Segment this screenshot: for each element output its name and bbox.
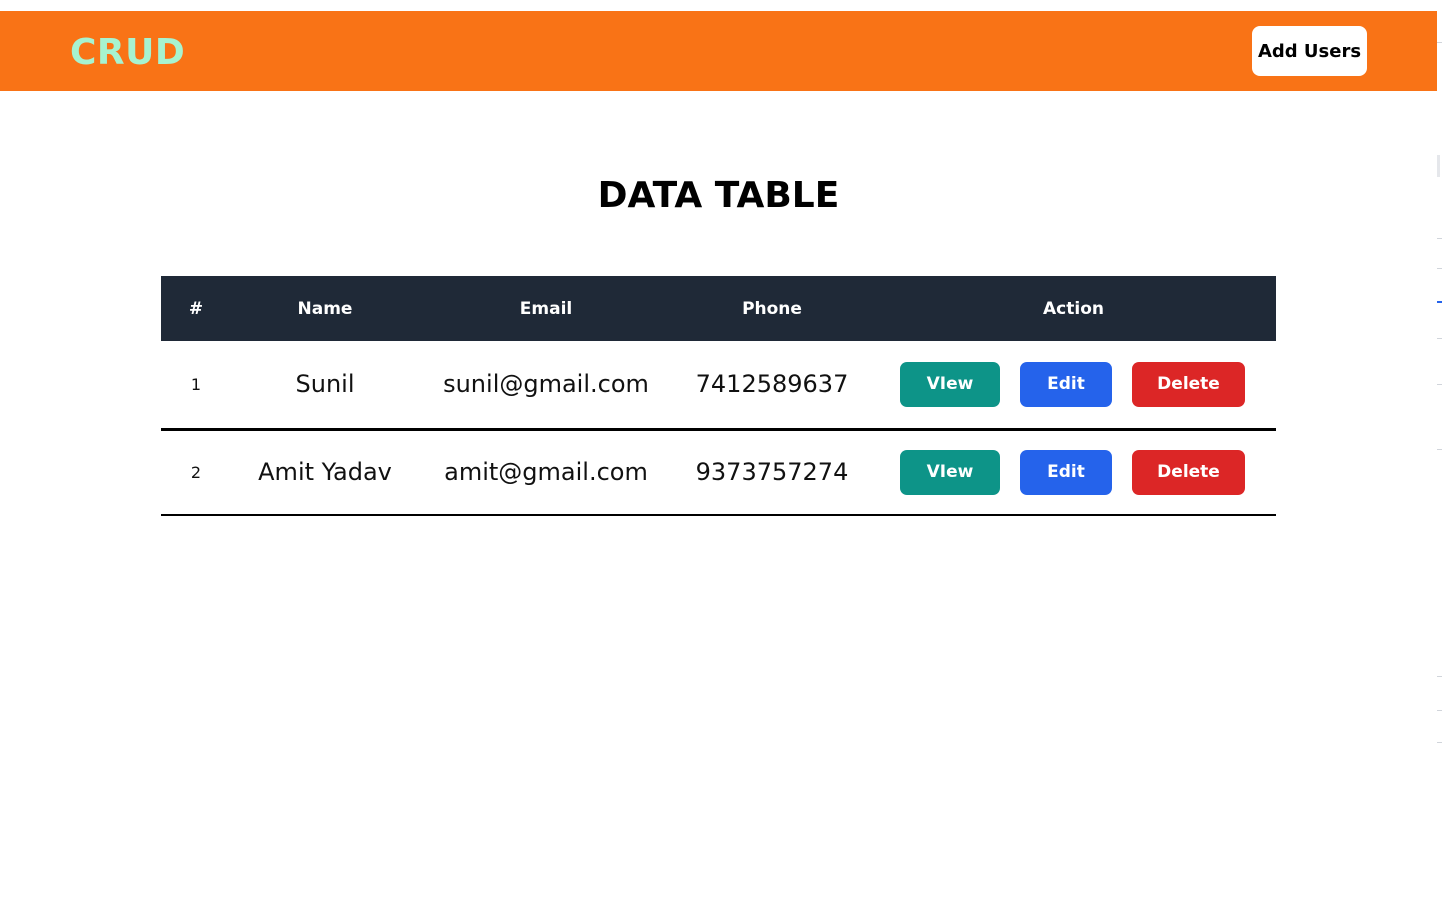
action-group: VIew Edit Delete [871, 361, 1276, 407]
view-button[interactable]: VIew [900, 361, 1000, 407]
row-email: amit@gmail.com [444, 458, 648, 487]
data-table-container: # Name Email Phone Action 1 Sunil sunil@… [161, 276, 1276, 516]
delete-button[interactable]: Delete [1132, 361, 1245, 407]
window-edge-artifact [1437, 0, 1442, 916]
table-header: # Name Email Phone Action [161, 276, 1276, 341]
table-body: 1 Sunil sunil@gmail.com 7412589637 VIew … [161, 341, 1276, 515]
page-title: DATA TABLE [597, 175, 840, 216]
top-strip [0, 0, 1437, 11]
view-button[interactable]: VIew [900, 449, 1000, 495]
table-row: 1 Sunil sunil@gmail.com 7412589637 VIew … [161, 341, 1276, 429]
row-number: 2 [190, 462, 202, 482]
row-phone: 9373757274 [695, 458, 849, 487]
row-name: Sunil [295, 370, 355, 399]
delete-button[interactable]: Delete [1132, 449, 1245, 495]
row-phone: 7412589637 [695, 370, 849, 399]
column-header-phone: Phone [742, 298, 802, 319]
row-number: 1 [190, 374, 202, 394]
row-actions: VIew Edit Delete [871, 341, 1276, 429]
edit-button[interactable]: Edit [1020, 361, 1112, 407]
row-email: sunil@gmail.com [443, 370, 649, 399]
navbar: CRUD Add Users [0, 11, 1437, 91]
table-row: 2 Amit Yadav amit@gmail.com 9373757274 V… [161, 429, 1276, 515]
brand-logo[interactable]: CRUD [70, 31, 185, 75]
column-header-email: Email [519, 298, 573, 319]
data-table: # Name Email Phone Action 1 Sunil sunil@… [161, 276, 1276, 516]
table-header-row: # Name Email Phone Action [161, 276, 1276, 341]
column-header-name: Name [297, 298, 353, 319]
page: CRUD Add Users DATA TABLE # Name Email P… [0, 0, 1442, 916]
row-name: Amit Yadav [258, 458, 392, 487]
column-header-action: Action [1043, 298, 1104, 319]
add-users-button[interactable]: Add Users [1252, 26, 1367, 76]
row-actions: VIew Edit Delete [871, 429, 1276, 515]
action-group: VIew Edit Delete [871, 449, 1276, 495]
column-header-number: # [188, 298, 204, 319]
edit-button[interactable]: Edit [1020, 449, 1112, 495]
